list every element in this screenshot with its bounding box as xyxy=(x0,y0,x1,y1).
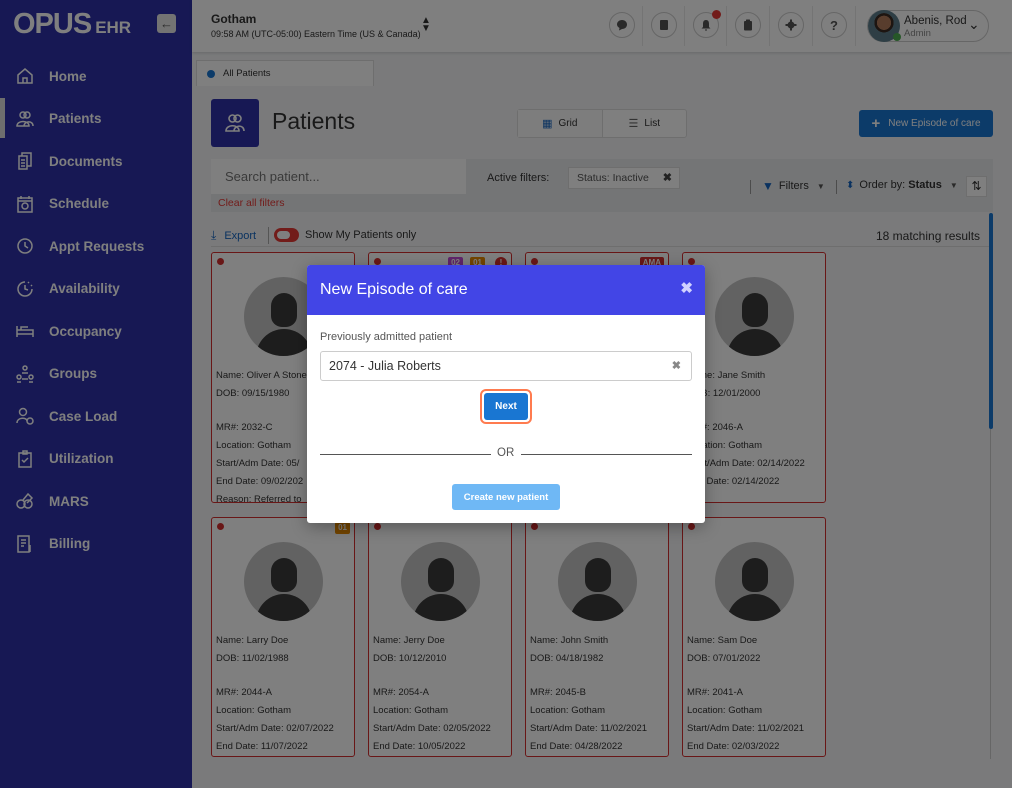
previously-admitted-label: Previously admitted patient xyxy=(320,331,453,343)
next-button-label: Next xyxy=(484,393,528,420)
new-episode-modal: New Episode of care ✖ Previously admitte… xyxy=(307,265,705,523)
close-icon[interactable]: ✖ xyxy=(680,279,693,297)
divider xyxy=(320,454,491,455)
create-new-patient-button[interactable]: Create new patient xyxy=(452,484,560,510)
modal-header: New Episode of care ✖ xyxy=(307,265,705,315)
next-button[interactable]: Next xyxy=(480,389,532,424)
divider xyxy=(521,454,692,455)
clear-icon[interactable]: ✖ xyxy=(672,359,681,372)
patient-select[interactable]: 2074 - Julia Roberts ✖ xyxy=(320,351,692,381)
selected-patient-value: 2074 - Julia Roberts xyxy=(329,359,441,373)
modal-title: New Episode of care xyxy=(320,281,468,298)
or-separator: OR xyxy=(497,447,515,459)
